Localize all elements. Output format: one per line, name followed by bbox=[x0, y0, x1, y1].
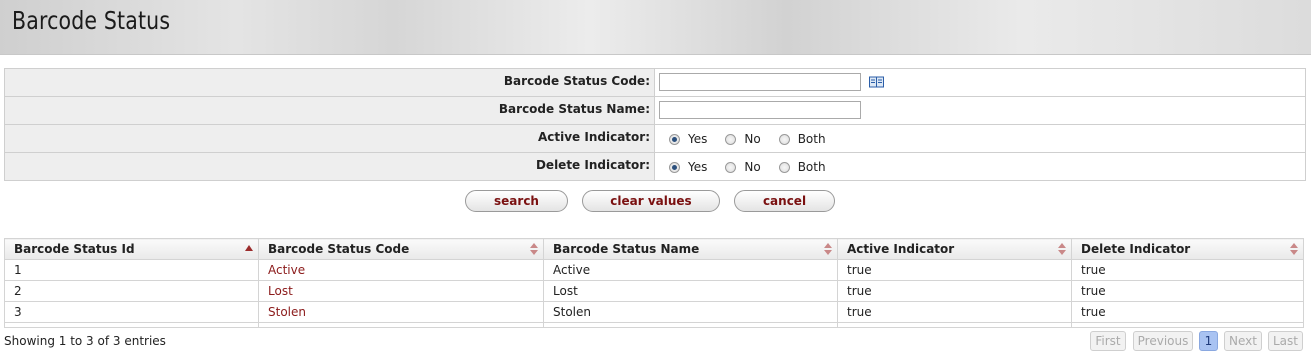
cell-active: true bbox=[837, 301, 1072, 323]
cell-id: 2 bbox=[4, 280, 259, 302]
spacer-cell bbox=[837, 322, 1072, 328]
cell-delete: true bbox=[1071, 280, 1304, 302]
delete-indicator-radios: Yes No Both bbox=[669, 160, 844, 174]
radio-unselected-icon bbox=[778, 133, 790, 145]
clear-values-button[interactable]: clear values bbox=[582, 190, 720, 212]
cell-name: Active bbox=[543, 259, 838, 281]
cell-name: Stolen bbox=[543, 301, 838, 323]
radio-unselected-icon bbox=[725, 161, 737, 173]
active-yes-radio[interactable]: Yes bbox=[669, 132, 707, 146]
form-row-name: Barcode Status Name: bbox=[5, 97, 1305, 125]
table-row: 3 Stolen Stolen true true bbox=[4, 301, 1304, 323]
previous-page-button[interactable]: Previous bbox=[1133, 331, 1193, 351]
sort-both-icon bbox=[824, 243, 832, 255]
results-table: Barcode Status Id Barcode Status Code Ba… bbox=[4, 238, 1304, 328]
radio-selected-icon bbox=[669, 161, 680, 173]
column-header-delete[interactable]: Delete Indicator bbox=[1071, 238, 1304, 260]
radio-unselected-icon bbox=[725, 133, 737, 145]
spacer-cell bbox=[543, 322, 838, 328]
barcode-status-code-input[interactable] bbox=[659, 73, 861, 91]
cell-active: true bbox=[837, 259, 1072, 281]
column-header-id[interactable]: Barcode Status Id bbox=[4, 238, 259, 260]
form-row-delete: Delete Indicator: Yes No Both bbox=[5, 153, 1305, 181]
lookup-book-icon[interactable] bbox=[869, 76, 884, 88]
cell-code-link[interactable]: Active bbox=[258, 259, 544, 281]
table-info: Showing 1 to 3 of 3 entries bbox=[4, 334, 166, 348]
first-page-button[interactable]: First bbox=[1090, 331, 1126, 351]
cell-name: Lost bbox=[543, 280, 838, 302]
delete-yes-radio[interactable]: Yes bbox=[669, 160, 707, 174]
page-header: Barcode Status bbox=[0, 0, 1311, 55]
barcode-status-name-input[interactable] bbox=[659, 101, 861, 119]
sort-ascending-icon bbox=[245, 245, 253, 251]
active-indicator-label: Active Indicator: bbox=[5, 125, 655, 152]
cell-id: 1 bbox=[4, 259, 259, 281]
radio-unselected-icon bbox=[778, 161, 790, 173]
spacer-cell bbox=[1071, 322, 1304, 328]
delete-indicator-label: Delete Indicator: bbox=[5, 153, 655, 180]
cell-delete: true bbox=[1071, 259, 1304, 281]
form-row-code: Barcode Status Code: bbox=[5, 69, 1305, 97]
next-page-button[interactable]: Next bbox=[1224, 331, 1262, 351]
table-row-spacer bbox=[4, 322, 1304, 328]
spacer-cell bbox=[258, 322, 544, 328]
cell-delete: true bbox=[1071, 301, 1304, 323]
table-row: 1 Active Active true true bbox=[4, 259, 1304, 281]
sort-both-icon bbox=[530, 243, 538, 255]
radio-selected-icon bbox=[669, 133, 680, 145]
cell-id: 3 bbox=[4, 301, 259, 323]
active-no-radio[interactable]: No bbox=[725, 132, 761, 146]
cell-code-link[interactable]: Stolen bbox=[258, 301, 544, 323]
page-1-button[interactable]: 1 bbox=[1199, 331, 1218, 351]
active-indicator-radios: Yes No Both bbox=[669, 132, 844, 146]
column-header-code[interactable]: Barcode Status Code bbox=[258, 238, 544, 260]
active-both-radio[interactable]: Both bbox=[778, 132, 826, 146]
form-row-active: Active Indicator: Yes No Both bbox=[5, 125, 1305, 153]
delete-no-radio[interactable]: No bbox=[725, 160, 761, 174]
cell-active: true bbox=[837, 280, 1072, 302]
cell-code-link[interactable]: Lost bbox=[258, 280, 544, 302]
table-header-row: Barcode Status Id Barcode Status Code Ba… bbox=[4, 238, 1304, 260]
barcode-status-code-label: Barcode Status Code: bbox=[5, 69, 655, 96]
last-page-button[interactable]: Last bbox=[1268, 331, 1303, 351]
search-form: Barcode Status Code: Barcode Status Name… bbox=[4, 68, 1306, 181]
column-header-active[interactable]: Active Indicator bbox=[837, 238, 1072, 260]
page-title: Barcode Status bbox=[12, 6, 171, 35]
table-row: 2 Lost Lost true true bbox=[4, 280, 1304, 302]
delete-both-radio[interactable]: Both bbox=[778, 160, 826, 174]
spacer-cell bbox=[4, 322, 259, 328]
sort-both-icon bbox=[1290, 243, 1298, 255]
sort-both-icon bbox=[1058, 243, 1066, 255]
barcode-status-name-label: Barcode Status Name: bbox=[5, 97, 655, 124]
column-header-name[interactable]: Barcode Status Name bbox=[543, 238, 838, 260]
cancel-button[interactable]: cancel bbox=[734, 190, 835, 212]
search-button[interactable]: search bbox=[465, 190, 568, 212]
